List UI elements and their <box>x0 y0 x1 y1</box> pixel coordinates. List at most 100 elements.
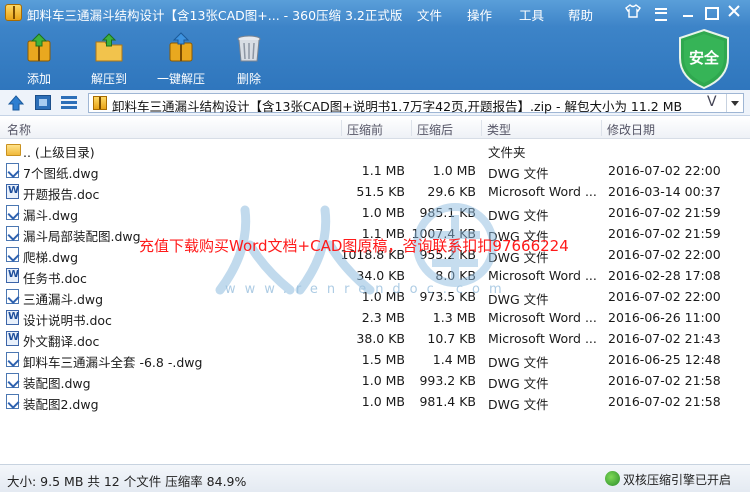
list-item-parent[interactable]: .. (上级目录) 文件夹 <box>0 139 750 160</box>
file-modified: 2016-07-02 21:59 <box>608 205 721 220</box>
column-divider[interactable] <box>411 120 412 136</box>
file-type: Microsoft Word ... <box>488 184 597 199</box>
file-type: Microsoft Word ... <box>488 331 597 346</box>
extract-to-button[interactable]: 解压到 <box>86 30 132 86</box>
security-shield-badge[interactable]: 安全 <box>676 28 732 90</box>
menu-tools[interactable]: 工具 <box>519 5 544 24</box>
menu-file[interactable]: 文件 <box>417 5 442 24</box>
delete-button[interactable]: 删除 <box>228 30 270 86</box>
file-type: DWG 文件 <box>488 376 549 391</box>
file-type: DWG 文件 <box>488 397 549 412</box>
add-button[interactable]: 添加 <box>14 30 64 86</box>
file-modified: 2016-07-02 22:00 <box>608 163 721 178</box>
table-row[interactable]: 设计说明书.doc 2.3 MB 1.3 MB Microsoft Word .… <box>0 307 750 328</box>
file-compressed-size: 51.5 KB <box>356 184 405 199</box>
watermark-url: www.renrendoc.com <box>225 282 511 297</box>
table-row[interactable]: 装配图2.dwg 1.0 MB 981.4 KB DWG 文件 2016-07-… <box>0 391 750 412</box>
file-name: 卸料车三通漏斗全套 -6.8 -.dwg <box>23 355 203 370</box>
title-bar: 卸料车三通漏斗结构设计【含13张CAD图+... - 360压缩 3.2正式版 … <box>0 0 750 26</box>
dwg-file-icon <box>6 373 19 388</box>
file-name: 外文翻译.doc <box>23 334 100 349</box>
file-name: 任务书.doc <box>23 271 87 286</box>
security-label: 安全 <box>688 49 719 67</box>
file-compressed-size: 34.0 KB <box>356 268 405 283</box>
file-original-size: 981.4 KB <box>419 394 476 409</box>
file-name: 7个图纸.dwg <box>23 166 99 181</box>
file-original-size: 10.7 KB <box>427 331 476 346</box>
table-row[interactable]: 卸料车三通漏斗全套 -6.8 -.dwg 1.5 MB 1.4 MB DWG 文… <box>0 349 750 370</box>
dwg-file-icon <box>6 352 19 367</box>
column-modified[interactable]: 修改日期 <box>607 121 655 138</box>
file-modified: 2016-02-28 17:08 <box>608 268 721 283</box>
up-arrow-icon[interactable] <box>7 95 25 111</box>
dwg-file-icon <box>6 289 19 304</box>
column-type[interactable]: 类型 <box>487 121 511 138</box>
word-file-icon <box>6 268 19 283</box>
menu-operation[interactable]: 操作 <box>467 5 492 24</box>
extract-folder-icon <box>93 32 125 64</box>
dual-core-engine-status[interactable]: 双核压缩引擎已开启 <box>605 471 731 488</box>
maximize-button[interactable] <box>701 4 719 20</box>
skin-tshirt-icon[interactable] <box>624 4 642 20</box>
path-text: 卸料车三通漏斗结构设计【含13张CAD图+说明书1.7万字42页,开题报告】.z… <box>112 99 683 114</box>
table-row[interactable]: 外文翻译.doc 38.0 KB 10.7 KB Microsoft Word … <box>0 328 750 349</box>
column-divider[interactable] <box>601 120 602 136</box>
table-row[interactable]: 开题报告.doc 51.5 KB 29.6 KB Microsoft Word … <box>0 181 750 202</box>
path-field[interactable]: 卸料车三通漏斗结构设计【含13张CAD图+说明书1.7万字42页,开题报告】.z… <box>88 93 744 114</box>
file-type: Microsoft Word ... <box>488 310 597 325</box>
dwg-file-icon <box>6 394 19 409</box>
path-dropdown-icon[interactable] <box>726 94 743 112</box>
file-type: DWG 文件 <box>488 166 549 181</box>
minimize-button[interactable] <box>679 4 697 20</box>
list-view-icon[interactable] <box>61 95 77 110</box>
delete-label: 删除 <box>236 72 261 86</box>
file-modified: 2016-07-02 21:58 <box>608 394 721 409</box>
path-v-mark[interactable]: V <box>707 94 717 110</box>
column-divider[interactable] <box>481 120 482 136</box>
file-type: DWG 文件 <box>488 208 549 223</box>
column-original[interactable]: 压缩后 <box>417 121 453 138</box>
main-menu-icon[interactable] <box>652 4 670 21</box>
menu-help[interactable]: 帮助 <box>568 5 593 24</box>
file-name: 爬梯.dwg <box>23 250 79 265</box>
file-name: 开题报告.doc <box>23 187 100 202</box>
window-title: 卸料车三通漏斗结构设计【含13张CAD图+... - 360压缩 3.2正式版 <box>27 8 403 23</box>
file-modified: 2016-07-02 22:00 <box>608 247 721 262</box>
file-type: DWG 文件 <box>488 355 549 370</box>
column-compressed[interactable]: 压缩前 <box>347 121 383 138</box>
address-bar: 卸料车三通漏斗结构设计【含13张CAD图+说明书1.7万字42页,开题报告】.z… <box>0 90 750 116</box>
column-name[interactable]: 名称 <box>7 121 31 138</box>
file-compressed-size: 1.0 MB <box>361 205 405 220</box>
file-compressed-size: 2.3 MB <box>361 310 405 325</box>
file-compressed-size: 1.5 MB <box>361 352 405 367</box>
file-name: 漏斗.dwg <box>23 208 79 223</box>
file-list: .. (上级目录) 文件夹 7个图纸.dwg 1.1 MB 1.0 MB DWG… <box>0 139 750 464</box>
dwg-file-icon <box>6 226 19 241</box>
dwg-file-icon <box>6 163 19 178</box>
file-compressed-size: 1.0 MB <box>361 373 405 388</box>
file-original-size: 985.1 KB <box>419 205 476 220</box>
table-row[interactable]: 7个图纸.dwg 1.1 MB 1.0 MB DWG 文件 2016-07-02… <box>0 160 750 181</box>
word-file-icon <box>6 331 19 346</box>
table-row[interactable]: 漏斗.dwg 1.0 MB 985.1 KB DWG 文件 2016-07-02… <box>0 202 750 223</box>
one-click-extract-button[interactable]: 一键解压 <box>150 30 212 86</box>
one-click-extract-label: 一键解压 <box>156 72 205 86</box>
file-name: 装配图2.dwg <box>23 397 99 412</box>
close-button[interactable] <box>725 4 743 20</box>
file-compressed-size: 1.1 MB <box>361 163 405 178</box>
table-row[interactable]: 装配图.dwg 1.0 MB 993.2 KB DWG 文件 2016-07-0… <box>0 370 750 391</box>
file-modified: 2016-07-02 22:00 <box>608 289 721 304</box>
status-bar: 大小: 9.5 MB 共 12 个文件 压缩率 84.9% 双核压缩引擎已开启 <box>0 464 750 492</box>
file-name: 装配图.dwg <box>23 376 91 391</box>
add-label: 添加 <box>26 72 51 86</box>
add-archive-icon <box>23 32 55 64</box>
folder-icon <box>6 144 21 156</box>
large-icon-view-icon[interactable] <box>35 95 51 110</box>
file-modified: 2016-03-14 00:37 <box>608 184 721 199</box>
file-name: .. (上级目录) <box>23 145 95 160</box>
column-divider[interactable] <box>341 120 342 136</box>
app-zip-icon <box>5 4 22 21</box>
file-compressed-size: 1.0 MB <box>361 394 405 409</box>
file-original-size: 8.0 KB <box>435 268 476 283</box>
file-name: 漏斗局部装配图.dwg <box>23 229 141 244</box>
